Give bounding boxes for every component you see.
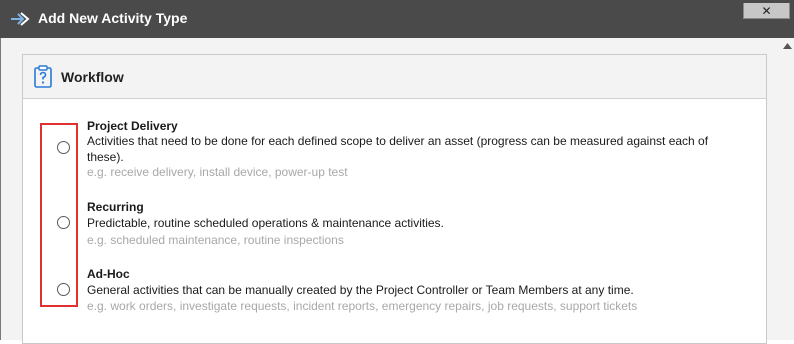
option-desc-recurring: Predictable, routine scheduled operation… [87,216,444,230]
panel-header: Workflow [23,55,766,99]
option-title-recurring: Recurring [87,200,144,214]
title-bar[interactable]: Add New Activity Type ✕ [0,0,794,38]
panel-title: Workflow [61,69,124,85]
option-title-ad-hoc: Ad-Hoc [87,267,130,281]
option-desc-ad-hoc: General activities that can be manually … [87,283,634,297]
option-title-project-delivery: Project Delivery [87,119,178,133]
option-example-project-delivery: e.g. receive delivery, install device, p… [87,165,348,179]
option-desc-project-delivery: Activities that need to be done for each… [87,134,709,164]
window-title: Add New Activity Type [38,10,188,26]
plane-arrow-icon [11,12,30,26]
radio-project-delivery[interactable] [57,141,70,154]
clipboard-question-icon [34,65,52,88]
option-example-recurring: e.g. scheduled maintenance, routine insp… [87,233,344,247]
option-example-ad-hoc: e.g. work orders, investigate requests, … [87,299,638,313]
radio-ad-hoc[interactable] [57,283,70,296]
scroll-up-arrow-icon[interactable] [783,42,792,50]
radio-recurring[interactable] [57,216,70,229]
close-button[interactable]: ✕ [743,3,790,19]
